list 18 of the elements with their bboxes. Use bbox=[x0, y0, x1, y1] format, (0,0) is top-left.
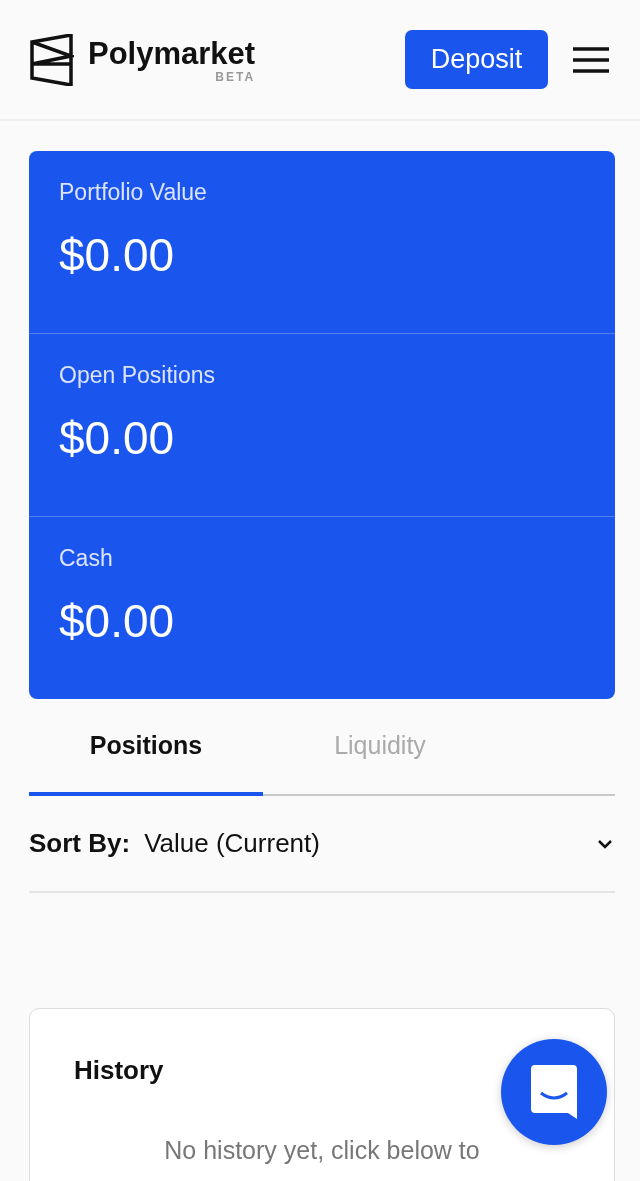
brand-name: Polymarket bbox=[88, 36, 256, 71]
deposit-button[interactable]: Deposit bbox=[405, 30, 548, 89]
logo-icon bbox=[30, 33, 74, 86]
stat-value: $0.00 bbox=[59, 594, 176, 648]
chevron-down-icon bbox=[597, 838, 613, 849]
stat-label: Portfolio Value bbox=[59, 179, 208, 206]
stat-label: Open Positions bbox=[59, 362, 216, 389]
history-title: History bbox=[74, 1055, 165, 1086]
empty-message: No history yet, click below to bbox=[163, 1136, 481, 1165]
stat-value: $0.00 bbox=[59, 228, 176, 282]
menu-icon[interactable] bbox=[572, 46, 610, 73]
sort-label: Sort By: bbox=[29, 828, 131, 859]
beta-label: BETA bbox=[215, 70, 256, 83]
stat-value: $0.00 bbox=[59, 411, 176, 465]
tab[interactable]: Positions bbox=[29, 699, 263, 796]
sort-value: Value (Current) bbox=[144, 828, 321, 859]
sort-dropdown[interactable]: Sort By: Value (Current) bbox=[29, 796, 615, 893]
stat-label: Cash bbox=[59, 545, 114, 572]
